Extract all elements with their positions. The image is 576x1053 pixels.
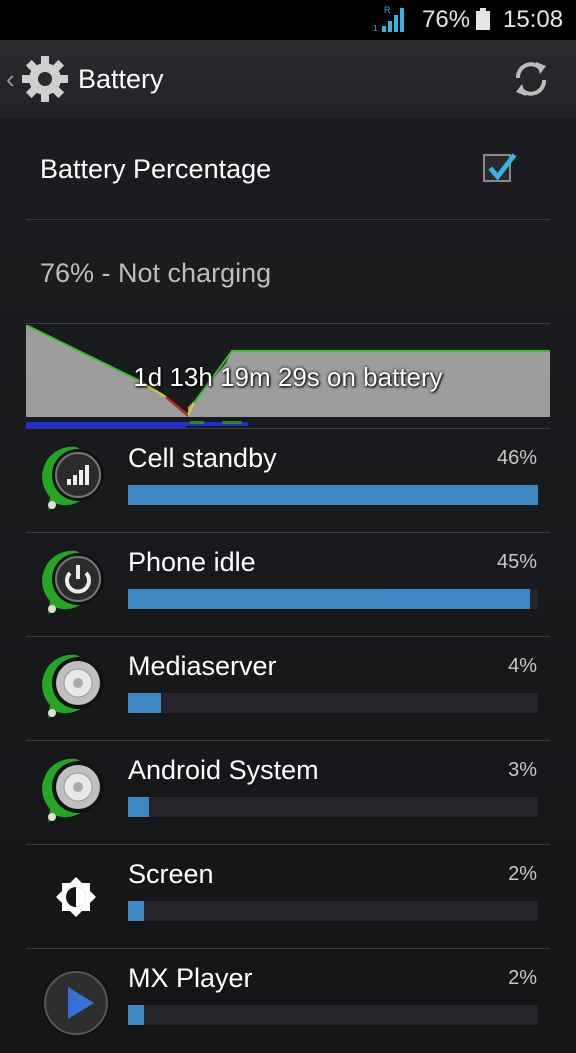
usage-bar-track xyxy=(128,693,538,713)
usage-bar-fill xyxy=(128,901,144,921)
battery-percentage-label: Battery Percentage xyxy=(40,154,272,184)
power-icon xyxy=(40,547,112,619)
checkmark-icon xyxy=(488,153,517,181)
divider xyxy=(26,219,550,220)
usage-name: Phone idle xyxy=(128,547,256,577)
usage-bar-track xyxy=(128,1005,538,1025)
battery-duration-label: 1d 13h 19m 29s on battery xyxy=(133,362,443,392)
status-battery-percent: 76% xyxy=(422,6,471,33)
usage-percent: 45% xyxy=(496,551,537,573)
usage-bar-fill xyxy=(128,797,149,817)
refresh-icon[interactable] xyxy=(510,58,552,100)
usage-bar-track xyxy=(128,485,538,505)
usage-bar-fill xyxy=(128,1005,144,1025)
svg-text:1: 1 xyxy=(373,24,378,33)
usage-name: Mediaserver xyxy=(128,651,277,681)
usage-percent: 46% xyxy=(496,447,537,469)
battery-percentage-checkbox[interactable] xyxy=(483,153,517,182)
usage-bar-fill xyxy=(128,589,530,609)
page-title: Battery xyxy=(78,64,164,94)
usage-row[interactable]: MX Player 2% xyxy=(0,949,576,1053)
charging-status: 76% - Not charging xyxy=(40,258,272,288)
cell-standby-icon xyxy=(40,443,112,515)
signal-strength-icon: R 1 xyxy=(373,5,404,33)
usage-row[interactable]: Phone idle 45% xyxy=(0,533,576,637)
gear-icon xyxy=(22,56,68,102)
mediaserver-icon xyxy=(40,651,112,723)
usage-name: Screen xyxy=(128,859,214,889)
back-chevron-icon: ‹ xyxy=(6,64,15,94)
usage-bar-fill xyxy=(128,693,161,713)
usage-bar-fill xyxy=(128,485,538,505)
action-bar: ‹ Battery xyxy=(0,40,576,119)
usage-bar-track xyxy=(128,901,538,921)
usage-name: Android System xyxy=(128,755,319,785)
usage-name: MX Player xyxy=(128,963,253,993)
usage-percent: 3% xyxy=(508,759,537,781)
battery-icon xyxy=(476,8,490,30)
usage-bar-track xyxy=(128,797,538,817)
usage-row[interactable]: Mediaserver 4% xyxy=(0,637,576,741)
status-bar: R 1 76% 15:08 xyxy=(0,0,576,40)
usage-percent: 2% xyxy=(508,967,537,989)
usage-percent: 2% xyxy=(508,863,537,885)
svg-text:R: R xyxy=(384,5,391,15)
brightness-icon xyxy=(40,859,112,931)
battery-content: Battery Percentage 76% - Not charging 1d… xyxy=(0,118,576,1037)
usage-row[interactable]: Cell standby 46% xyxy=(0,429,576,533)
android-system-icon xyxy=(40,755,112,827)
usage-percent: 4% xyxy=(508,655,537,677)
mx-player-icon xyxy=(40,963,112,1037)
usage-bar-track xyxy=(128,589,538,609)
usage-row[interactable]: Screen 2% xyxy=(0,845,576,949)
usage-name: Cell standby xyxy=(128,443,277,473)
battery-percentage-toggle[interactable]: Battery Percentage xyxy=(26,132,550,220)
usage-row[interactable]: Android System 3% xyxy=(0,741,576,845)
divider xyxy=(26,323,550,324)
status-time: 15:08 xyxy=(503,6,564,33)
